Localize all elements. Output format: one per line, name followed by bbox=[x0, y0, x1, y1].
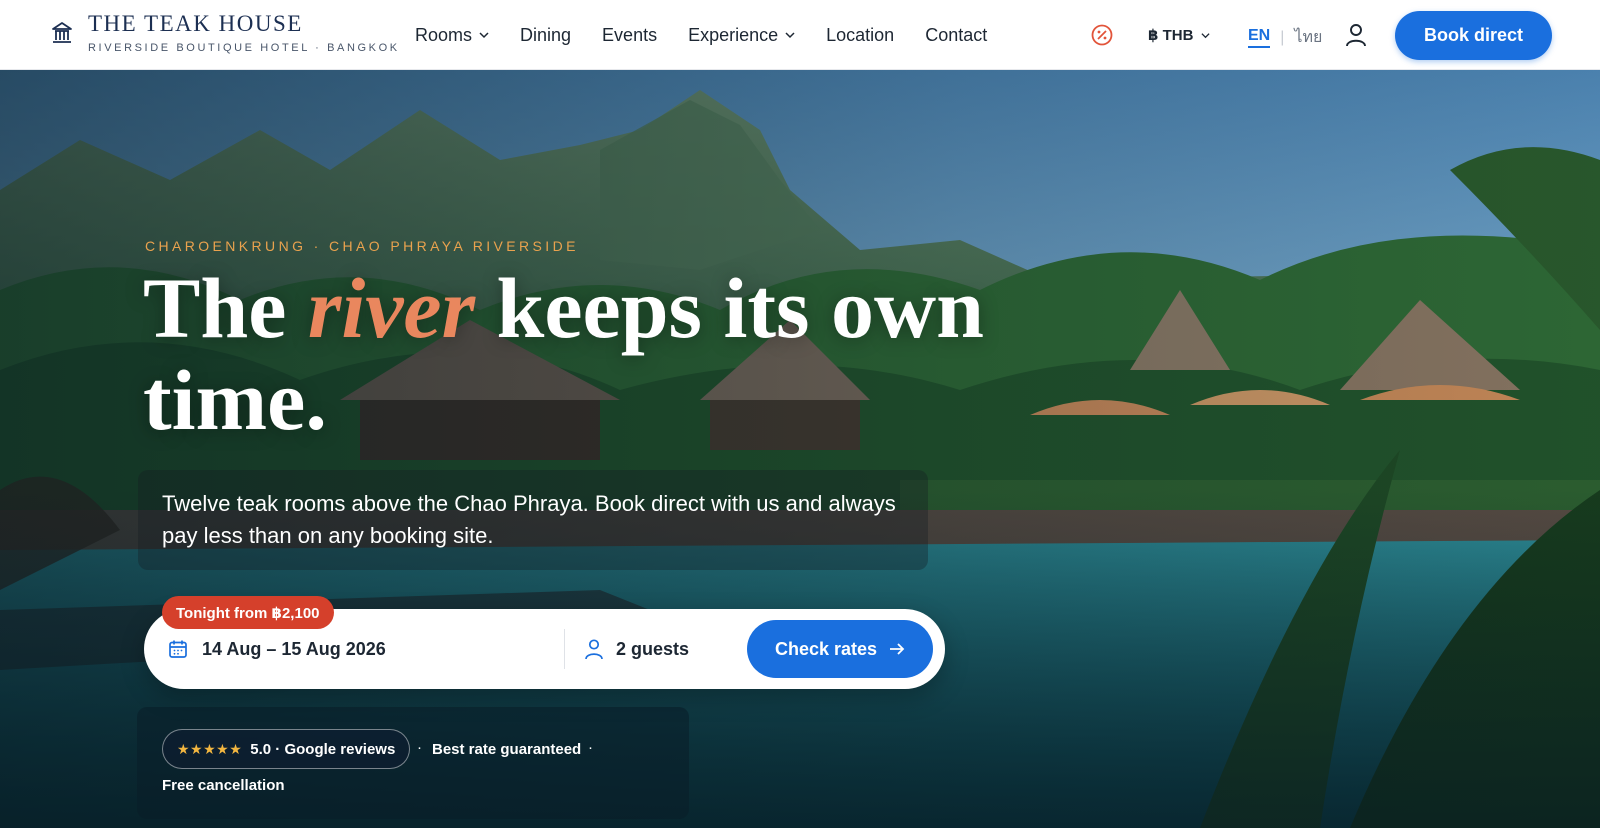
arrow-right-icon bbox=[890, 643, 905, 655]
nav-location[interactable]: Location bbox=[826, 25, 894, 46]
booking-divider bbox=[564, 629, 565, 669]
check-rates-button[interactable]: Check rates bbox=[747, 620, 933, 678]
nav-contact-label: Contact bbox=[925, 24, 988, 45]
currency-label: ฿ THB bbox=[1148, 27, 1194, 44]
hero-subtitle: Twelve teak rooms above the Chao Phraya.… bbox=[162, 491, 896, 548]
star-rating-icon: ★★★★★ bbox=[177, 740, 243, 757]
free-cancellation: Free cancellation bbox=[162, 777, 285, 794]
tonight-price-badge: Tonight from ฿2,100 bbox=[162, 596, 334, 629]
chevron-down-icon bbox=[1201, 32, 1211, 38]
chevron-down-icon bbox=[785, 32, 795, 39]
lang-separator: | bbox=[1280, 28, 1285, 46]
brand-logo[interactable]: THE TEAK HOUSE RIVERSIDE BOUTIQUE HOTEL … bbox=[50, 12, 400, 54]
best-rate-guarantee: Best rate guaranteed bbox=[432, 741, 582, 758]
google-reviews-badge[interactable]: ★★★★★ 5.0 · Google reviews bbox=[162, 729, 411, 769]
nav-contact[interactable]: Contact bbox=[925, 25, 987, 46]
nav-dining[interactable]: Dining bbox=[520, 25, 571, 46]
hero-eyebrow: CHAROENKRUNG · CHAO PHRAYA RIVERSIDE bbox=[145, 238, 579, 254]
calendar-icon bbox=[169, 640, 187, 658]
nav-events[interactable]: Events bbox=[602, 25, 657, 46]
guest-icon bbox=[585, 639, 603, 660]
lang-th[interactable]: ไทย bbox=[1294, 25, 1322, 50]
guests-value: 2 guests bbox=[616, 638, 690, 659]
bullet-dot: · bbox=[588, 739, 593, 756]
chevron-down-icon bbox=[479, 32, 489, 39]
user-icon[interactable] bbox=[1344, 22, 1368, 48]
brand-name: THE TEAK HOUSE bbox=[88, 11, 303, 36]
language-switcher: EN | ไทย bbox=[1248, 25, 1322, 50]
nav-events-label: Events bbox=[602, 24, 658, 45]
guests-selector[interactable]: 2 guests bbox=[584, 609, 689, 689]
discount-badge-icon[interactable] bbox=[1090, 23, 1114, 47]
nav-rooms-label: Rooms bbox=[415, 24, 473, 45]
book-direct-button[interactable]: Book direct bbox=[1395, 11, 1552, 60]
top-navigation: THE TEAK HOUSE RIVERSIDE BOUTIQUE HOTEL … bbox=[0, 0, 1600, 70]
nav-experience-label: Experience bbox=[688, 24, 779, 45]
nav-dining-label: Dining bbox=[520, 24, 572, 45]
hero-headline: The river keeps its own time. bbox=[143, 262, 1043, 446]
date-range-value: 14 Aug – 15 Aug 2026 bbox=[202, 638, 386, 659]
currency-selector[interactable]: ฿ THB bbox=[1148, 26, 1211, 44]
headline-part-1: The bbox=[143, 260, 308, 356]
nav-experience[interactable]: Experience bbox=[688, 25, 795, 46]
main-menu: Rooms Dining Events Experience Location … bbox=[415, 0, 1018, 70]
bullet-dot: · bbox=[417, 739, 422, 756]
nav-location-label: Location bbox=[826, 24, 895, 45]
brand-tagline: RIVERSIDE BOUTIQUE HOTEL · BANGKOK bbox=[88, 42, 400, 54]
temple-icon bbox=[52, 22, 72, 43]
check-rates-label: Check rates bbox=[774, 638, 878, 659]
lang-en[interactable]: EN bbox=[1248, 27, 1271, 48]
nav-rooms[interactable]: Rooms bbox=[415, 25, 489, 46]
review-rating: 5.0 · Google reviews bbox=[250, 740, 396, 758]
headline-accent: river bbox=[307, 260, 476, 356]
